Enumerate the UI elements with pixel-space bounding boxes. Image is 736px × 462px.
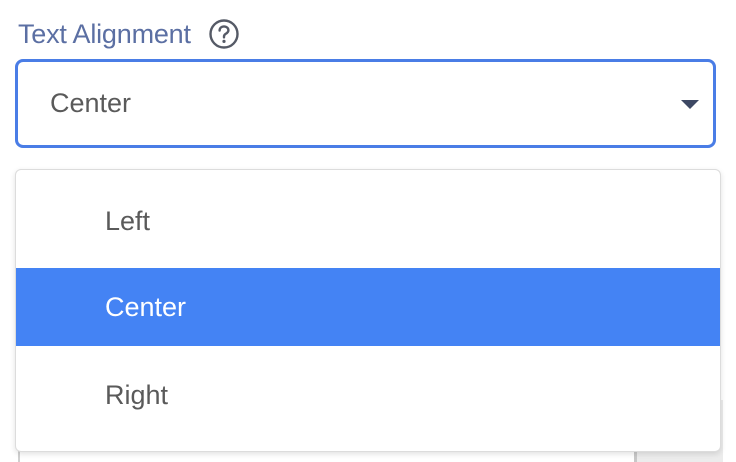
text-alignment-field: Text Alignment Center Left Center Right	[0, 0, 736, 462]
field-label-row: Text Alignment	[18, 14, 240, 54]
question-circle-icon[interactable]	[208, 18, 240, 50]
alignment-select[interactable]: Center	[15, 59, 716, 148]
field-label: Text Alignment	[18, 18, 191, 49]
select-current-value: Center	[50, 88, 132, 118]
option-right[interactable]: Right	[16, 356, 720, 434]
alignment-dropdown-menu: Left Center Right	[15, 169, 721, 452]
option-center[interactable]: Center	[16, 268, 720, 346]
caret-down-icon	[681, 100, 699, 109]
option-left[interactable]: Left	[16, 182, 720, 260]
